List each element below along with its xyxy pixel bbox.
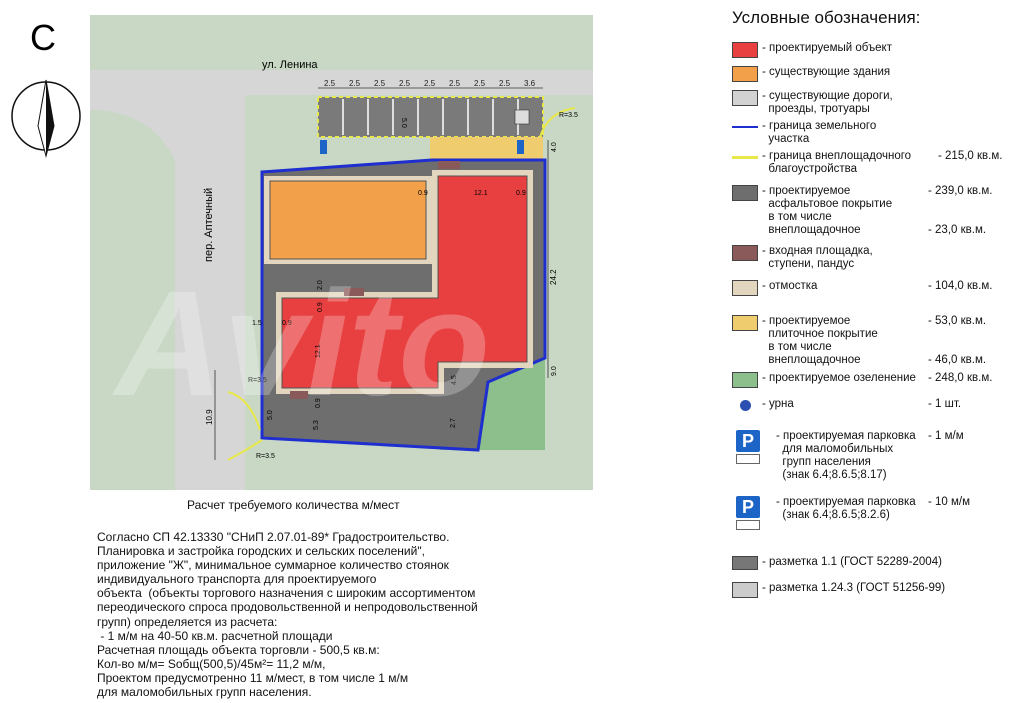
legend-value: - 239,0 кв.м. - 23,0 кв.м. [928, 185, 993, 236]
watermark: Avito [111, 259, 490, 427]
legend-label: - проектируемое асфальтовое покрытие в т… [762, 185, 893, 236]
dim-label: 0.9 [516, 190, 526, 197]
dim-label: 9.0 [551, 366, 558, 376]
legend-swatch [740, 400, 751, 411]
legend-swatch [732, 280, 758, 296]
legend-value: - 104,0 кв.м. [928, 280, 993, 292]
dim-label: 0.9 [418, 190, 428, 197]
street-aptechny-label: пер. Аптечный [203, 188, 215, 262]
top-dimensions: 2.5 2.5 2.5 2.5 2.5 2.5 2.5 2.5 3.6 [324, 79, 536, 88]
top-dim-label: 2.5 [349, 79, 361, 88]
legend-label: - разметка 1.24.3 (ГОСТ 51256-99) [762, 582, 946, 594]
street-lenina-label: ул. Ленина [262, 59, 318, 71]
sign-plate-icon [736, 520, 760, 530]
legend-title: Условные обозначения: [732, 8, 921, 27]
legend-value: - 1 м/м [928, 430, 964, 442]
top-dim-label: 2.5 [374, 79, 386, 88]
legend-swatch: P [736, 496, 760, 518]
radius-label: R=3.5 [256, 453, 275, 460]
legend-value: - 215,0 кв.м. [938, 150, 1003, 162]
parking-sign [517, 140, 524, 154]
legend-swatch: P [736, 430, 760, 452]
legend-label: - разметка 1.1 (ГОСТ 52289-2004) [762, 556, 942, 568]
legend-label: - граница земельного участка [762, 120, 877, 145]
legend-label: - урна [762, 398, 794, 410]
legend-label: - проектируемое озеленение [762, 372, 916, 384]
top-dim-label: 2.5 [449, 79, 461, 88]
legend-label: - проектируемая парковка (знак 6.4;8.6.5… [776, 496, 916, 521]
dim-label: 5.0 [400, 118, 407, 128]
legend-value: - 248,0 кв.м. [928, 372, 993, 384]
legend-swatch [732, 556, 758, 570]
compass-letter: С [30, 17, 56, 58]
dim-label: 12.1 [474, 190, 488, 197]
road-lenina [90, 70, 593, 95]
existing-building [269, 180, 427, 260]
top-dim-label: 3.6 [524, 79, 536, 88]
tile-paving [430, 137, 543, 159]
legend-label: - существующие здания [762, 66, 891, 78]
legend-label: - входная площадка, ступени, пандус [762, 245, 873, 270]
legend-swatch [732, 42, 758, 58]
legend-swatch [732, 156, 758, 159]
legend-swatch [732, 185, 758, 201]
legend-label: - проектируемое плиточное покрытие в том… [762, 315, 878, 366]
legend-swatch [732, 372, 758, 388]
legend-label: - проектируемый объект [762, 42, 892, 54]
top-dim-label: 2.5 [324, 79, 336, 88]
legend-value: - 1 шт. [928, 398, 962, 410]
dim-label: 4.0 [551, 142, 558, 152]
legend-label: - отмостка [762, 280, 818, 292]
legend-value: - 53,0 кв.м. - 46,0 кв.м. [928, 315, 987, 366]
legend-label: - существующие дороги, проезды, тротуары [762, 90, 893, 115]
parking-sign [320, 140, 327, 154]
top-dim-label: 2.5 [399, 79, 411, 88]
top-dim-label: 2.5 [499, 79, 511, 88]
legend-swatch [732, 90, 758, 106]
radius-label: R=3.5 [559, 112, 578, 119]
entrance-pad [438, 161, 460, 169]
top-dim-label: 2.5 [424, 79, 436, 88]
legend-label: - граница внеплощадочного благоустройств… [762, 150, 912, 175]
legend-swatch [732, 126, 758, 128]
legend-value: - 10 м/м [928, 496, 971, 508]
calc-body: Согласно СП 42.13330 "СНиП 2.07.01-89* Г… [97, 530, 478, 700]
dim-label: 24.2 [549, 269, 558, 285]
legend-swatch [732, 66, 758, 82]
legend-swatch [732, 582, 758, 598]
legend-label: - проектируемая парковка для маломобильн… [776, 430, 916, 481]
sign-plate-icon [736, 454, 760, 464]
top-dim-label: 2.5 [474, 79, 486, 88]
site-plan: ул. Ленина пер. Аптечный 2.5 2.5 2.5 2.5 2.5… [11, 15, 593, 490]
parking-row [318, 97, 543, 137]
calc-title: Расчет требуемого количества м/мест [187, 498, 400, 512]
north-arrow-icon [11, 79, 81, 158]
legend-swatch [732, 315, 758, 331]
disabled-marking [514, 109, 530, 125]
legend-swatch [732, 245, 758, 261]
